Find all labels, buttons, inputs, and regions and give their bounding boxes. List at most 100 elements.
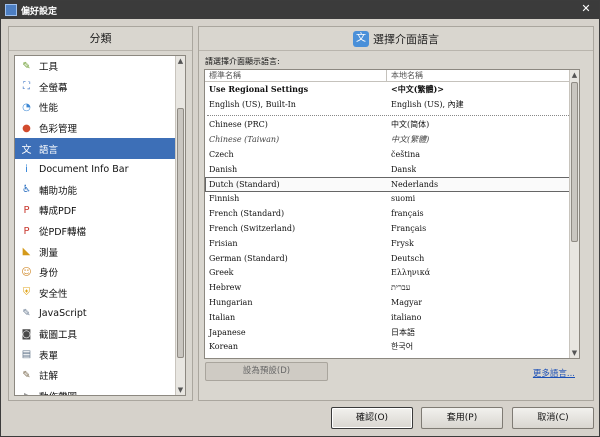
camera-icon: ◙ [21,328,32,340]
sidebar-item[interactable]: ♿ 輔助功能 [15,180,185,201]
language-row[interactable]: Greek Ελληνικά [205,266,579,281]
local-name-cell: Ελληνικά [391,268,431,278]
language-row[interactable]: Chinese (Taiwan) 中文(繁體) [205,132,579,147]
sidebar-item[interactable]: ✎ JavaScript [15,303,185,324]
scroll-up-arrow-icon[interactable]: ▲ [570,70,579,80]
sidebar-item-label: 測量 [39,247,59,259]
standard-name-cell: Chinese (Taiwan) [209,135,280,145]
comment-icon: ✎ [22,369,31,381]
local-name-cell: English (US), 內建 [391,99,464,109]
local-name-cell: suomi [391,194,416,204]
standard-name-cell: Finnish [209,194,240,204]
sidebar-item-label: 工具 [39,62,59,74]
scroll-up-arrow-icon[interactable]: ▲ [176,56,185,66]
language-row[interactable]: Finnish suomi [205,192,579,207]
local-name-cell: čeština [391,150,421,160]
language-row[interactable]: Dutch (Standard) Nederlands [205,176,579,192]
language-row[interactable]: Italian italiano [205,310,579,325]
app-icon [5,4,17,16]
standard-name-cell: Japanese [209,327,246,337]
local-name-cell: Français [391,224,427,234]
sidebar-item[interactable]: ☺ 身份 [15,262,185,283]
sidebar-item-label: 全螢幕 [39,82,68,94]
ok-button[interactable]: 確認(O) [331,407,413,429]
standard-name-cell: Czech [209,150,234,160]
sidebar-item-label: 色彩管理 [39,124,78,136]
language-panel: 文 選擇介面語言 請選擇介面顯示語言: 標準名稱 本地名稱 Use Region… [198,26,594,401]
sidebar-item[interactable]: P 從PDF轉檔 [15,221,185,242]
standard-name-cell: Italian [209,312,236,322]
scroll-thumb[interactable] [177,108,184,358]
sidebar-item-label: 表單 [39,350,59,362]
language-row[interactable]: Danish Dansk [205,162,579,177]
language-row[interactable]: Czech čeština [205,147,579,162]
local-name-cell: עברית [391,283,411,293]
fullscreen-icon: ⛶ [23,81,30,93]
sidebar-item-label: 語言 [39,144,59,156]
apply-button[interactable]: 套用(P) [421,407,503,429]
language-row[interactable]: Use Regional Settings <中文(繁體)> [205,82,579,97]
language-scrollbar[interactable]: ▲ ▼ [569,70,579,358]
sidebar-item-label: 性能 [39,103,59,115]
language-row[interactable]: Chinese (PRC) 中文(简体) [205,118,579,133]
shield-icon: ⛨ [22,287,31,299]
standard-name-cell: Chinese (PRC) [209,120,268,130]
language-row[interactable]: Hebrew עברית [205,280,579,295]
language-row[interactable]: English (US), Built-In English (US), 內建 [205,97,579,112]
title-bar: 偏好設定 ✕ [1,1,599,19]
local-name-cell: Nederlands [391,179,439,189]
sidebar-item-label: 身份 [39,268,59,280]
standard-name-cell: Dutch (Standard) [209,179,280,189]
sidebar-item-label: 轉成PDF [39,206,77,218]
sidebar-item-label: Document Info Bar [39,163,129,175]
scroll-down-arrow-icon[interactable]: ▼ [570,348,579,358]
window-title: 偏好設定 [21,6,58,17]
info-icon: i [25,163,28,175]
standard-name-cell: English (US), Built-In [209,99,296,109]
local-name-cell: 中文(繁體) [391,135,430,145]
sidebar-item-label: 截圖工具 [39,330,78,342]
scroll-thumb[interactable] [571,82,578,242]
language-row[interactable]: Korean 한국어 [205,340,579,355]
sidebar-item[interactable]: ⛶ 全螢幕 [15,77,185,98]
sidebar-item[interactable]: ✎ 工具 [15,56,185,77]
category-scrollbar[interactable]: ▲ ▼ [175,56,185,395]
sidebar-item[interactable]: ● 色彩管理 [15,118,185,139]
cancel-button[interactable]: 取消(C) [512,407,594,429]
performance-icon: ◔ [22,101,31,113]
sidebar-item[interactable]: 文語言 [15,138,185,159]
local-name-cell: <中文(繁體)> [391,83,444,94]
standard-name-cell: German (Standard) [209,253,288,263]
color-management-icon: ● [22,122,31,134]
sidebar-item[interactable]: P 轉成PDF [15,200,185,221]
language-row[interactable]: Japanese 日本語 [205,325,579,340]
form-icon: ▤ [21,349,32,361]
language-icon: 文 [353,30,369,47]
sidebar-item[interactable]: ◙ 截圖工具 [15,324,185,345]
standard-name-cell: French (Standard) [209,209,285,219]
sidebar-item-label: 輔助功能 [39,185,78,197]
language-header: 文 選擇介面語言 [199,27,593,51]
standard-name-cell: Hebrew [209,283,242,293]
language-row[interactable]: Frisian Frysk [205,236,579,251]
to-pdf-icon: P [23,204,30,216]
local-name-cell: 日本語 [391,327,415,337]
sidebar-item-label: 註解 [39,371,59,383]
set-default-button[interactable]: 設為預設(D) [205,362,328,381]
more-languages-link[interactable]: 更多語言... [533,367,575,379]
column-header-local-name[interactable]: 本地名稱 [387,70,423,81]
sidebar-item[interactable]: ✎ 註解 [15,365,185,386]
column-header-standard-name[interactable]: 標準名稱 [205,70,387,81]
sidebar-item[interactable]: i Document Info Bar [15,159,185,180]
language-row[interactable]: Hungarian Magyar [205,295,579,310]
language-row[interactable]: French (Standard) français [205,206,579,221]
language-row[interactable]: French (Switzerland) Français [205,221,579,236]
sidebar-item[interactable]: ▤ 表單 [15,344,185,365]
scroll-down-arrow-icon[interactable]: ▼ [176,385,185,395]
sidebar-item[interactable]: ▸ 動作帶圖 [15,386,185,395]
close-icon[interactable]: ✕ [579,2,593,16]
sidebar-item[interactable]: ◣ 測量 [15,241,185,262]
sidebar-item[interactable]: ◔ 性能 [15,97,185,118]
sidebar-item[interactable]: ⛨ 安全性 [15,283,185,304]
language-row[interactable]: German (Standard) Deutsch [205,251,579,266]
